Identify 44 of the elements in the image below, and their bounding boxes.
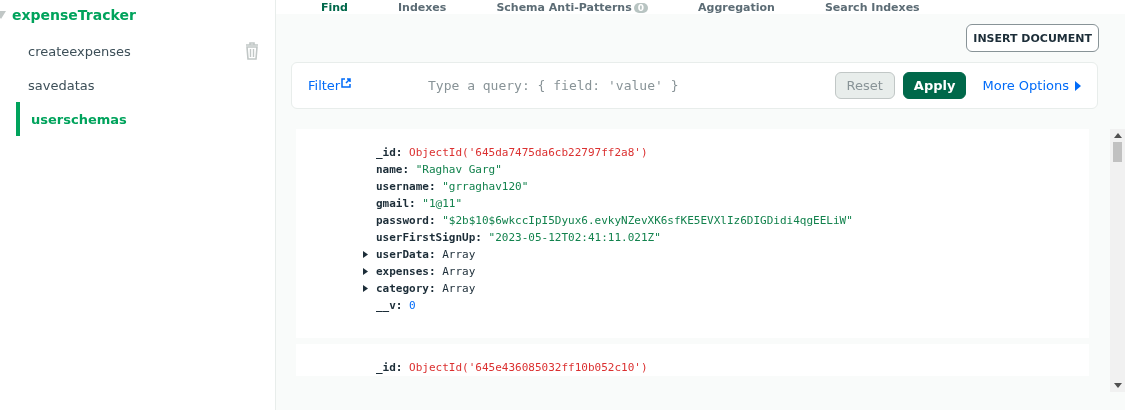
field-key: category: [376,280,436,297]
tab[interactable]: Schema Anti-Patterns 0 [496,0,648,14]
field-value: Array [442,281,476,297]
field-key: gmail: [376,195,416,212]
field-value: "$2b$10$6wkccIpI5Dyux6.evkyNZevXK6sfKE5EVXlIz6DIGDidi4qgEELiW" [442,213,853,229]
field-value: "Raghav Garg" [415,162,502,178]
field-key: _id: [376,144,403,161]
query-field[interactable]: Type a query: { field: 'value' } [426,77,825,94]
field-key: userFirstSignUp: [376,229,482,246]
collection-item[interactable]: createexpenses [0,34,275,68]
field-value: Array [442,264,476,280]
field-key: userData: [376,246,436,263]
filter-link[interactable]: Filter [308,78,416,93]
field-key: _id: [376,359,403,376]
tab[interactable]: Search Indexes [824,0,920,14]
collection-item[interactable]: savedatas [0,68,275,102]
field-value: 0 [409,298,416,314]
insert-document-button[interactable]: INSERT DOCUMENT [966,24,1099,52]
more-options-link[interactable]: More Options [982,78,1081,93]
field-key: password: [376,212,436,229]
scrollbar-thumb[interactable] [1113,142,1122,162]
field-key: username: [376,178,436,195]
expand-icon[interactable] [363,268,368,275]
field-value: ObjectId('645da7475da6cb22797ff2a8') [409,145,648,161]
field-value: Array [442,247,476,263]
scroll-up-icon[interactable] [1113,133,1122,138]
external-link-icon[interactable] [341,78,352,88]
tab[interactable]: Indexes [398,0,447,14]
field-key: name: [376,161,410,178]
field-value: "2023-05-12T02:41:11.021Z" [488,230,661,246]
tab[interactable]: Find [321,0,348,14]
tab[interactable]: Aggregation [698,0,775,14]
apply-button[interactable]: Apply [902,72,967,99]
expand-icon[interactable] [363,285,368,292]
count-badge: 0 [633,2,648,13]
field-value: ObjectId('645e436085032ff10b052c10') [409,360,648,376]
field-key: expenses: [376,263,436,280]
database-name[interactable]: expenseTracker [12,7,136,23]
field-value: "1@11" [422,196,463,212]
caret-right-icon[interactable] [1075,80,1081,91]
field-key: __v: [376,297,403,314]
scroll-down-icon[interactable] [1113,383,1122,388]
field-value: "grraghav120" [442,179,529,195]
expand-icon[interactable] [363,251,368,258]
